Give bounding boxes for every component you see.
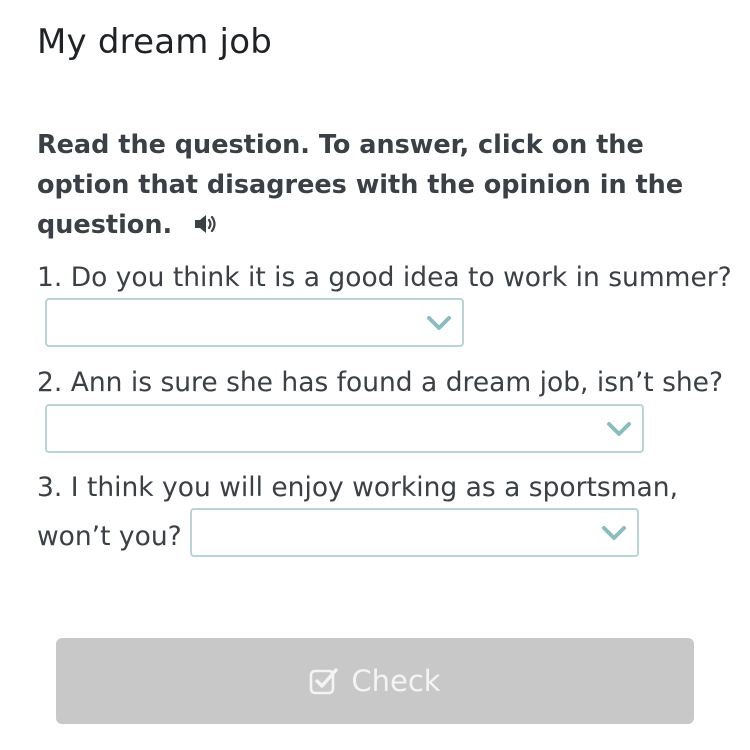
question-3-text-line1: 3. I think you will enjoy working as a s… <box>37 472 679 503</box>
check-button[interactable]: Check <box>56 638 694 724</box>
question-2-text: 2. Ann is sure she has found a dream job… <box>37 367 724 398</box>
chevron-down-icon <box>602 526 626 540</box>
chevron-down-icon <box>607 422 631 436</box>
question-2-dropdown[interactable] <box>45 404 644 453</box>
question-3-dropdown[interactable] <box>190 508 639 557</box>
question-1-text: 1. Do you think it is a good idea to wor… <box>37 262 732 293</box>
checkbox-check-icon <box>310 668 339 695</box>
page-title: My dream job <box>37 22 272 62</box>
speaker-icon[interactable] <box>193 213 221 235</box>
check-button-label: Check <box>351 664 441 698</box>
instructions: Read the question. To answer, click on t… <box>37 125 717 245</box>
chevron-down-icon <box>427 316 451 330</box>
question-3-text-line2: won’t you? <box>37 521 182 552</box>
question-1-dropdown[interactable] <box>45 298 464 347</box>
instructions-text: Read the question. To answer, click on t… <box>37 130 684 240</box>
exercise-page: My dream job Read the question. To answe… <box>0 0 750 750</box>
